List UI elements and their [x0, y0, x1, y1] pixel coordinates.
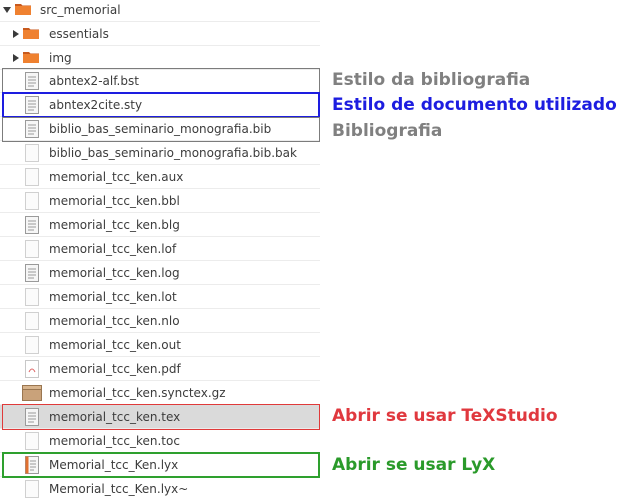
tree-row-file[interactable]: memorial_tcc_ken.lot [0, 285, 320, 309]
tree-row-folder-img[interactable]: img [0, 46, 320, 70]
expander-right-icon[interactable] [13, 54, 19, 62]
file-label: memorial_tcc_ken.lot [49, 290, 177, 304]
document-file-icon [25, 312, 39, 330]
file-label: memorial_tcc_ken.log [49, 266, 180, 280]
file-label: memorial_tcc_ken.aux [49, 170, 184, 184]
text-file-icon [25, 408, 39, 426]
file-label: abntex2-alf.bst [49, 74, 139, 88]
file-label: memorial_tcc_ken.pdf [49, 362, 181, 376]
file-label: Memorial_tcc_Ken.lyx~ [49, 482, 189, 496]
file-label: memorial_tcc_ken.synctex.gz [49, 386, 226, 400]
tree-row-file[interactable]: memorial_tcc_ken.bbl [0, 189, 320, 213]
annotation-bst: Estilo da bibliografia [332, 70, 531, 90]
lyx-file-icon [25, 456, 39, 474]
folder-label: img [49, 51, 72, 65]
file-label: memorial_tcc_ken.lof [49, 242, 177, 256]
tree-row-file[interactable]: biblio_bas_seminario_monografia.bib.bak [0, 141, 320, 165]
tree-row-file[interactable]: memorial_tcc_ken.pdf [0, 357, 320, 381]
document-file-icon [25, 336, 39, 354]
file-label: biblio_bas_seminario_monografia.bib [49, 122, 272, 136]
folder-icon [15, 4, 31, 15]
file-label: abntex2cite.sty [49, 98, 143, 112]
archive-file-icon [22, 385, 42, 401]
annotation-tex: Abrir se usar TeXStudio [332, 406, 558, 426]
tree-row-file[interactable]: abntex2cite.sty [0, 93, 320, 117]
tree-row-file[interactable]: biblio_bas_seminario_monografia.bib [0, 117, 320, 141]
annotation-bib: Bibliografia [332, 121, 443, 141]
document-file-icon [25, 168, 39, 186]
document-file-icon [25, 480, 39, 498]
tree-row-file-selected[interactable]: memorial_tcc_ken.tex [0, 405, 320, 429]
text-file-icon [25, 216, 39, 234]
file-label: memorial_tcc_ken.out [49, 338, 181, 352]
file-label: memorial_tcc_ken.tex [49, 410, 181, 424]
file-label: memorial_tcc_ken.blg [49, 218, 180, 232]
tree-row-file[interactable]: memorial_tcc_ken.blg [0, 213, 320, 237]
document-file-icon [25, 240, 39, 258]
expander-right-icon[interactable] [13, 30, 19, 38]
folder-icon [23, 52, 39, 63]
file-label: memorial_tcc_ken.nlo [49, 314, 180, 328]
tree-row-folder-essentials[interactable]: essentials [0, 22, 320, 46]
expander-down-icon[interactable] [3, 7, 11, 13]
annotation-sty: Estilo de documento utilizado [332, 95, 617, 115]
document-file-icon [25, 144, 39, 162]
tree-row-file[interactable]: memorial_tcc_ken.log [0, 261, 320, 285]
tree-row-file[interactable]: Memorial_tcc_Ken.lyx~ [0, 477, 320, 501]
text-file-icon [25, 264, 39, 282]
file-label: Memorial_tcc_Ken.lyx [49, 458, 179, 472]
tree-row-file[interactable]: memorial_tcc_ken.aux [0, 165, 320, 189]
document-file-icon [25, 192, 39, 210]
pdf-file-icon [25, 360, 39, 378]
tree-row-file[interactable]: Memorial_tcc_Ken.lyx [0, 453, 320, 477]
text-file-icon [25, 96, 39, 114]
text-file-icon [25, 72, 39, 90]
text-file-icon [25, 120, 39, 138]
tree-row-file[interactable]: memorial_tcc_ken.toc [0, 429, 320, 453]
folder-label: src_memorial [40, 3, 121, 17]
annotation-lyx: Abrir se usar LyX [332, 455, 496, 475]
tree-row-file[interactable]: memorial_tcc_ken.lof [0, 237, 320, 261]
file-label: memorial_tcc_ken.bbl [49, 194, 180, 208]
file-label: memorial_tcc_ken.toc [49, 434, 180, 448]
tree-row-file[interactable]: memorial_tcc_ken.out [0, 333, 320, 357]
tree-row-root-folder[interactable]: src_memorial [0, 0, 320, 22]
tree-row-file[interactable]: memorial_tcc_ken.nlo [0, 309, 320, 333]
document-file-icon [25, 432, 39, 450]
folder-label: essentials [49, 27, 109, 41]
file-tree: src_memorial essentials img abntex2-alf.… [0, 0, 320, 502]
tree-row-file[interactable]: memorial_tcc_ken.synctex.gz [0, 381, 320, 405]
tree-row-file[interactable]: abntex2-alf.bst [0, 69, 320, 93]
folder-icon [23, 28, 39, 39]
document-file-icon [25, 288, 39, 306]
file-label: biblio_bas_seminario_monografia.bib.bak [49, 146, 297, 160]
